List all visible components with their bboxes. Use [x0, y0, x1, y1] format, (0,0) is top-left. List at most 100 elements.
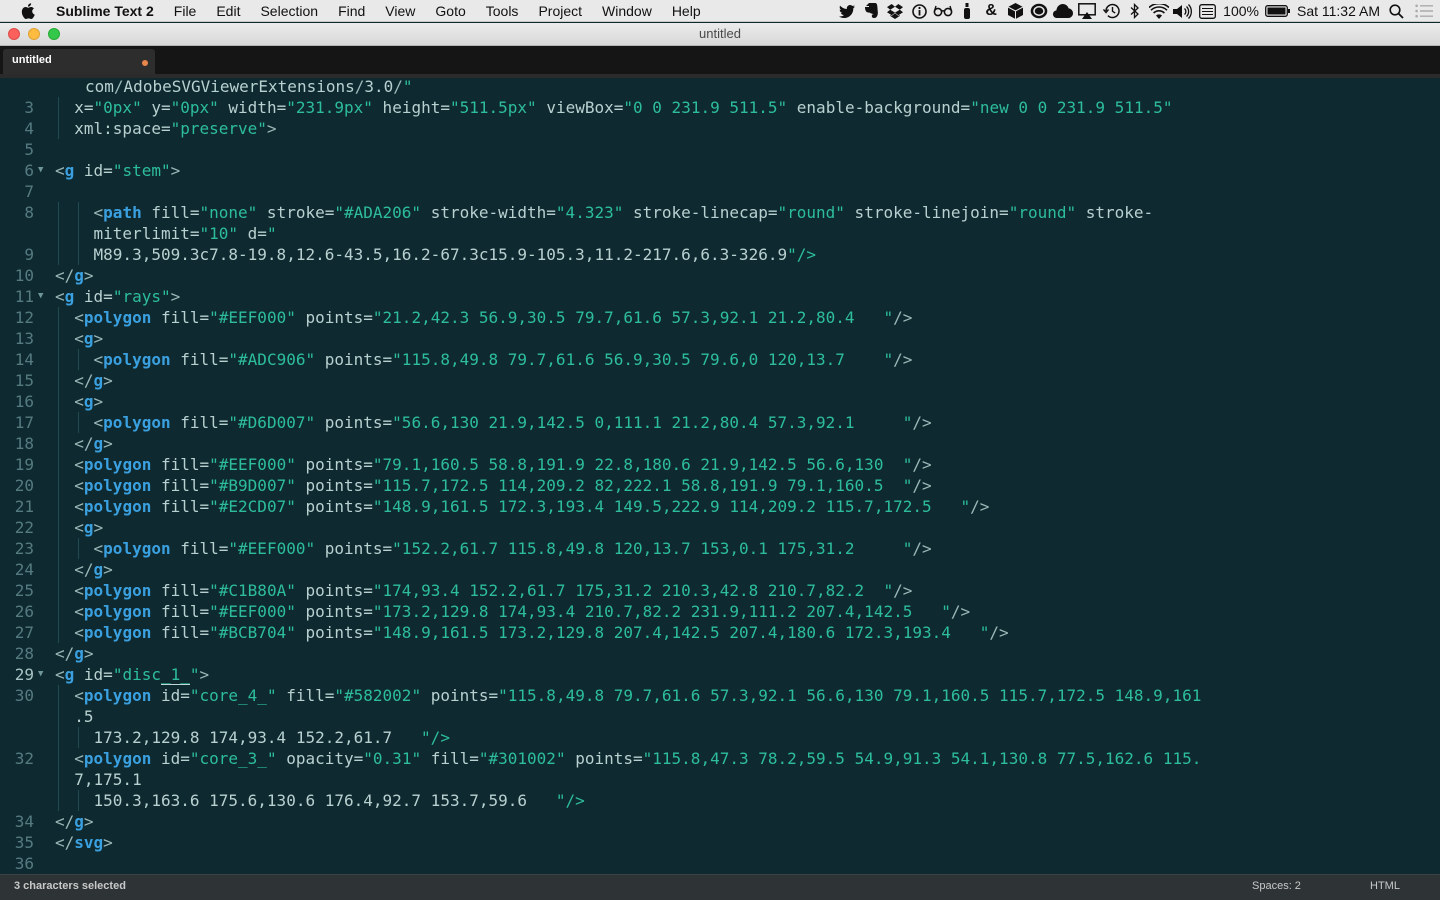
indent-guide [58, 433, 59, 454]
window-title: untitled [699, 26, 741, 41]
app-menu[interactable]: Sublime Text 2 [56, 0, 164, 22]
indent-guide [78, 538, 79, 559]
cloud-icon[interactable] [1053, 0, 1074, 22]
fold-arrow-icon[interactable]: ▼ [38, 286, 43, 307]
syntax-status[interactable]: HTML [1370, 880, 1400, 892]
glasses-icon[interactable] [933, 0, 953, 22]
code-line: 150.3,163.6 175.6,130.6 176.4,92.7 153.7… [55, 791, 585, 810]
code-editor[interactable]: com/AdobeSVGViewerExtensions/3.0/" 3 x="0… [0, 78, 1440, 874]
code-line: <g id="stem"> [55, 161, 181, 180]
bluetooth-icon[interactable] [1125, 0, 1145, 22]
line-number: 19 [14, 455, 34, 474]
code-line: <polygon fill="#EEF000" points="152.2,61… [93, 539, 932, 558]
box-icon[interactable] [1005, 0, 1025, 22]
code-line: <polygon id="core_4_" fill="#582002" poi… [74, 686, 1202, 705]
code-line: <g id="disc_1_"> [55, 665, 210, 685]
indent-guide [58, 622, 59, 643]
tab-untitled[interactable]: untitled [3, 49, 155, 74]
line-number: 29 [14, 665, 34, 684]
line-number: 8 [24, 203, 34, 222]
indent-guide [58, 748, 59, 769]
menu-tools[interactable]: Tools [476, 0, 529, 22]
menu-selection[interactable]: Selection [250, 0, 328, 22]
indent-guide [58, 706, 59, 727]
line-number: 11 [14, 287, 34, 306]
line-number: 5 [24, 140, 34, 159]
code-line: <polygon fill="#ADC906" points="115.8,49… [93, 350, 913, 369]
line-number: 35 [14, 833, 34, 852]
dropbox-icon[interactable] [885, 0, 905, 22]
wifi-icon[interactable] [1149, 0, 1170, 22]
tab-label: untitled [12, 54, 52, 66]
ampersand-icon[interactable]: & [981, 0, 1001, 22]
line-number: 18 [14, 434, 34, 453]
twitter-icon[interactable] [837, 0, 857, 22]
line-number: 16 [14, 392, 34, 411]
keyboard-icon[interactable] [1197, 0, 1217, 22]
menu-window[interactable]: Window [592, 0, 662, 22]
code-line: <g> [74, 392, 104, 411]
battery-percent: 100% [1223, 3, 1259, 19]
line-number: 14 [14, 350, 34, 369]
code-line: <polygon id="core_3_" opacity="0.31" fil… [74, 749, 1202, 768]
battery-icon[interactable] [1265, 0, 1291, 22]
fold-arrow-icon[interactable]: ▼ [38, 160, 43, 181]
line-number: 4 [24, 119, 34, 138]
line-number: 10 [14, 266, 34, 285]
menu-help[interactable]: Help [662, 0, 711, 22]
line-number: 20 [14, 476, 34, 495]
notification-center-icon[interactable] [1410, 0, 1438, 22]
code-line: <g> [74, 518, 104, 537]
menu-goto[interactable]: Goto [425, 0, 475, 22]
menu-file[interactable]: File [164, 0, 207, 22]
time-machine-icon[interactable] [1101, 0, 1121, 22]
indent-guide [58, 244, 59, 265]
line-number: 13 [14, 329, 34, 348]
indent-guide [58, 412, 59, 433]
indent-guide [58, 475, 59, 496]
menubar-clock[interactable]: Sat 11:32 AM [1293, 3, 1384, 19]
window-title-bar: untitled [0, 23, 1440, 46]
apple-menu-icon[interactable] [0, 2, 56, 19]
code-line: 173.2,129.8 174,93.4 152.2,61.7 "/> [55, 728, 450, 747]
evernote-icon[interactable] [861, 0, 881, 22]
indent-guide [58, 328, 59, 349]
info-icon[interactable] [909, 0, 929, 22]
indent-guide [58, 370, 59, 391]
menu-project[interactable]: Project [528, 0, 592, 22]
indent-guide [58, 202, 59, 223]
code-line: <polygon fill="#BCB704" points="148.9,16… [74, 623, 1009, 642]
indent-guide [78, 727, 79, 748]
menu-edit[interactable]: Edit [206, 0, 250, 22]
code-line: M89.3,509.3c7.8-19.8,12.6-43.5,16.2-67.3… [55, 245, 816, 264]
indent-guide [58, 118, 59, 139]
menu-find[interactable]: Find [328, 0, 375, 22]
bottle-icon[interactable] [957, 0, 977, 22]
airplay-icon[interactable] [1077, 0, 1097, 22]
volume-icon[interactable] [1173, 0, 1193, 22]
spotlight-icon[interactable] [1386, 0, 1406, 22]
code-line: x="0px" y="0px" width="231.9px" height="… [55, 98, 1173, 117]
indent-guide [78, 349, 79, 370]
record-icon[interactable] [1029, 0, 1049, 22]
code-line-partial: com/AdobeSVGViewerExtensions/3.0/" [85, 78, 413, 96]
indent-guide [58, 496, 59, 517]
indentation-status[interactable]: Spaces: 2 [1252, 880, 1301, 892]
line-number: 28 [14, 644, 34, 663]
line-number: 32 [14, 749, 34, 768]
line-number: 3 [24, 98, 34, 117]
fold-arrow-icon[interactable]: ▼ [38, 664, 43, 685]
unsaved-dot-icon[interactable] [142, 60, 148, 66]
line-number: 15 [14, 371, 34, 390]
menu-view[interactable]: View [375, 0, 425, 22]
code-line: <polygon fill="#EEF000" points="21.2,42.… [74, 308, 913, 327]
code-line: </svg> [55, 833, 113, 852]
indent-guide [78, 223, 79, 244]
line-number: 26 [14, 602, 34, 621]
indent-guide [58, 538, 59, 559]
indent-guide [58, 454, 59, 475]
line-number: 23 [14, 539, 34, 558]
indent-guide [58, 790, 59, 811]
indent-guide [78, 202, 79, 223]
indent-guide [58, 727, 59, 748]
